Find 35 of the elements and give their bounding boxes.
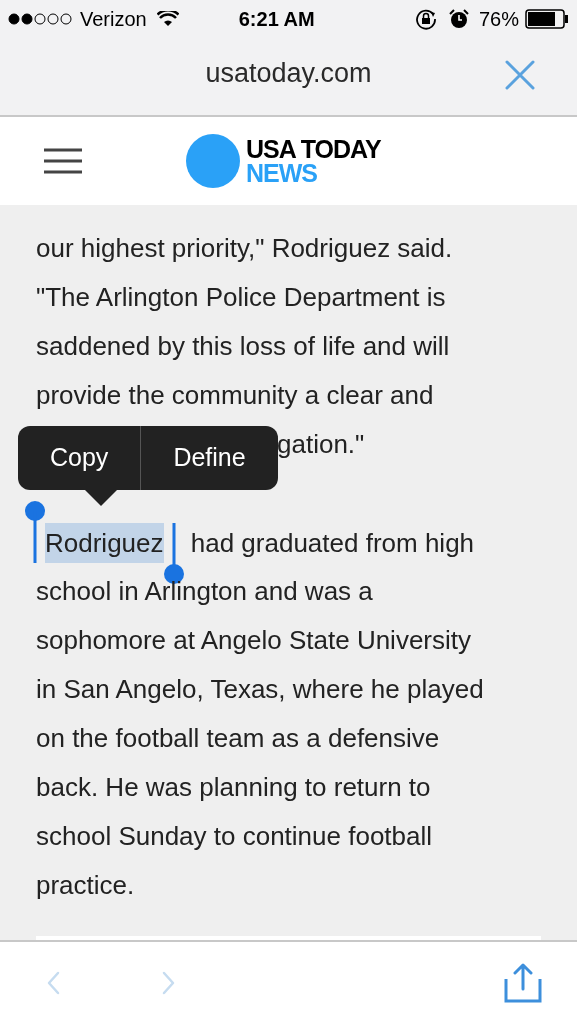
logo-circle-icon — [186, 134, 240, 188]
menu-option[interactable]: Copy — [18, 426, 141, 490]
wifi-icon — [156, 11, 179, 27]
article-text-line: gation." — [277, 428, 365, 461]
article-text-line: practice. — [36, 869, 136, 902]
article-text-line: on the football team as a defensive — [36, 722, 441, 755]
article-text-line: our highest priority," Rodriguez said. — [36, 232, 454, 265]
selection-start-handle[interactable] — [25, 500, 45, 563]
article-text-line: back. He was planning to return to — [36, 771, 432, 804]
article-text-line: saddened by this loss of life and will — [36, 330, 451, 363]
article-text-line: provide the community a clear and — [36, 379, 435, 412]
carrier-name: Verizon — [80, 7, 147, 32]
rotation-lock-icon — [414, 8, 437, 30]
share-icon — [504, 963, 542, 1003]
article-text-line: "The Arlington Police Department is — [36, 281, 447, 314]
alarm-icon — [448, 9, 469, 29]
close-icon — [505, 60, 535, 90]
signal-icon — [8, 13, 72, 25]
menu-button[interactable] — [44, 146, 82, 176]
article-text-line: school Sunday to continue football — [36, 820, 434, 853]
logo-section: NEWS — [246, 161, 381, 185]
menu-icon — [44, 148, 82, 174]
article-text-line: school in Arlington and was a — [36, 575, 374, 608]
logo-title: USA TODAY — [246, 137, 381, 161]
selected-word: Rodriguez — [45, 522, 164, 563]
status-time: 6:21 AM — [238, 7, 315, 32]
article-text-line: in San Angelo, Texas, where he played — [36, 673, 485, 706]
share-button[interactable] — [503, 963, 543, 1003]
battery-icon — [525, 9, 569, 29]
article-text: had graduated from high — [189, 526, 475, 560]
battery-percent: 76% — [478, 7, 519, 32]
menu-option[interactable]: Define — [140, 426, 278, 490]
page-url[interactable]: usatoday.com — [205, 53, 372, 100]
article-text-line: sophomore at Angelo State University — [36, 624, 473, 657]
close-button[interactable] — [503, 58, 537, 92]
